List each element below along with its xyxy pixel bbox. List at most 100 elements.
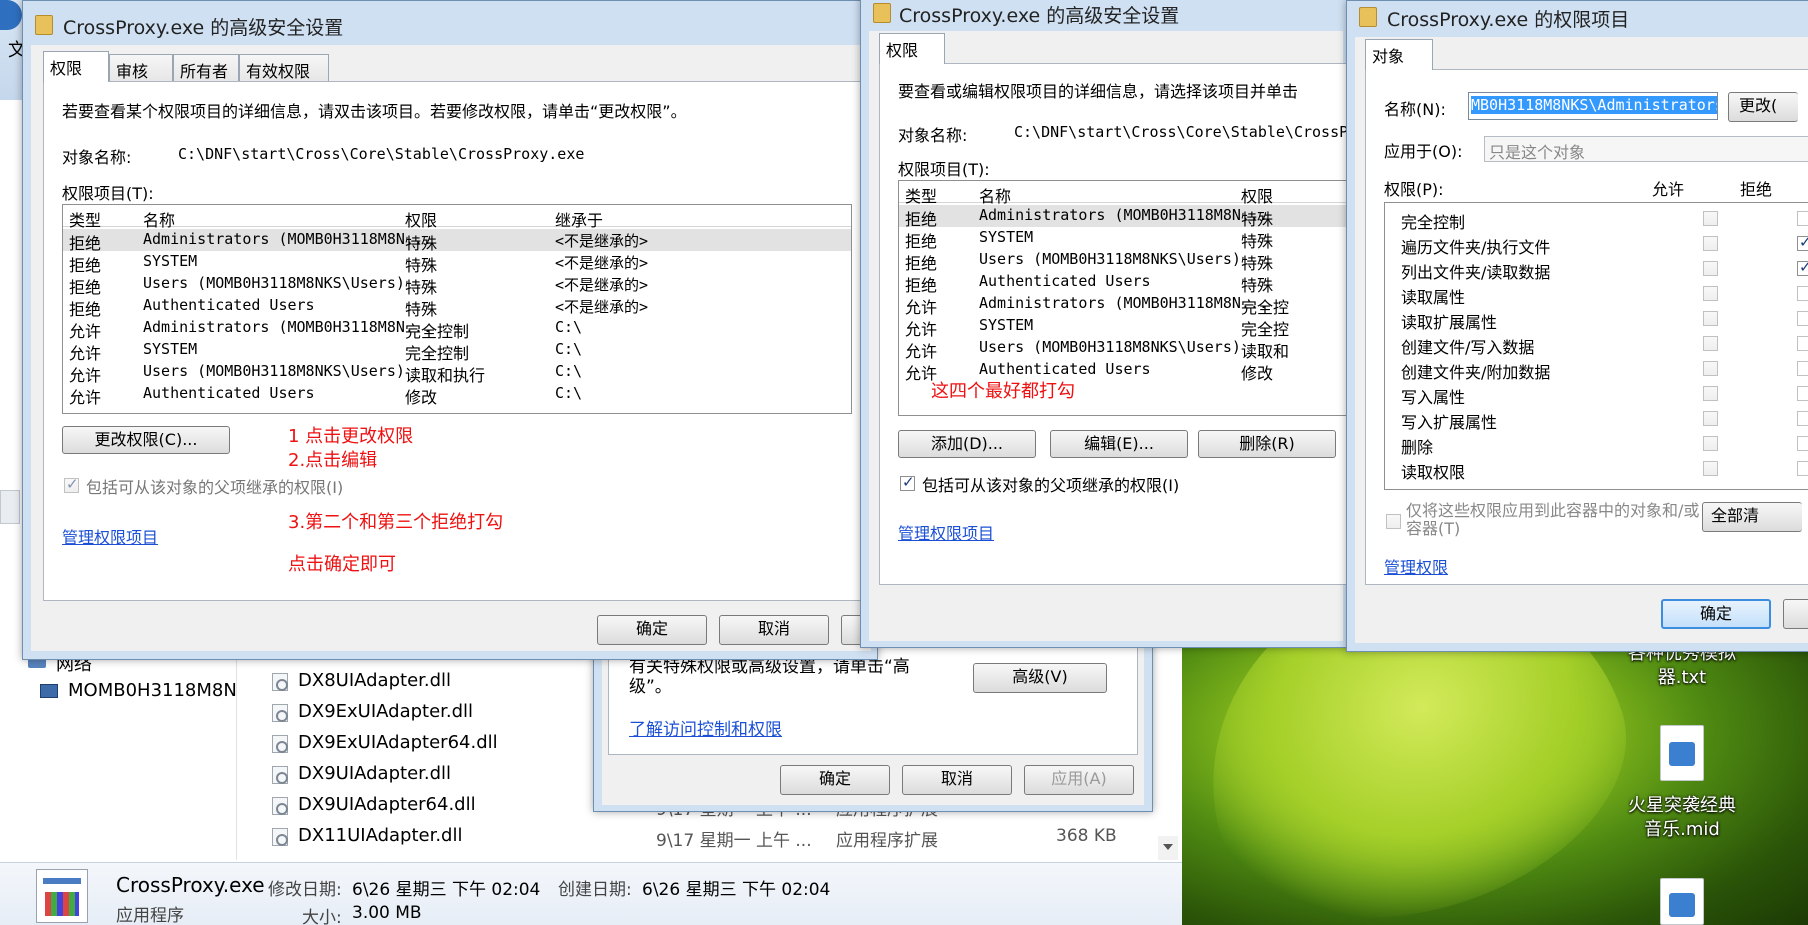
deny-checkbox[interactable] bbox=[1797, 411, 1808, 426]
allow-checkbox[interactable] bbox=[1703, 336, 1718, 351]
permission-entry-row[interactable]: 允许 Authenticated Users 修改 C:\ bbox=[63, 383, 851, 407]
entry-change-button[interactable]: 更改( bbox=[1728, 92, 1798, 122]
desktop-icon-label-mid[interactable]: 火星突袭经典音乐.mid bbox=[1620, 794, 1744, 842]
advanced-security-window-1: CrossProxy.exe 的高级安全设置 权限 审核 所有者 有效权限 若要… bbox=[22, 0, 878, 660]
deny-checkbox[interactable] bbox=[1797, 361, 1808, 376]
permission-entry-row[interactable]: 拒绝 Authenticated Users 特殊 bbox=[899, 271, 1358, 295]
tab-effective-permissions[interactable]: 有效权限 bbox=[239, 54, 329, 82]
advanced-security-window-2: CrossProxy.exe 的高级安全设置 权限 要查看或编辑权限项目的详细信… bbox=[860, 0, 1358, 648]
column-name[interactable]: 名称 bbox=[143, 207, 175, 231]
permission-entry-row[interactable]: 允许 Administrators (MOMB0H3118M8N... 完全控制 C:… bbox=[63, 317, 851, 341]
deny-checkbox[interactable] bbox=[1797, 233, 1808, 251]
adv1-ok-button[interactable]: 确定 bbox=[597, 615, 707, 645]
adv1-permission-list[interactable]: 类型 名称 权限 继承于 拒绝 Administrators (MOMB0H311… bbox=[62, 204, 852, 414]
allow-checkbox[interactable] bbox=[1703, 411, 1718, 426]
column-type[interactable]: 类型 bbox=[69, 207, 101, 231]
add-button[interactable]: 添加(D)... bbox=[898, 430, 1036, 458]
permission-entry-row[interactable]: 拒绝 SYSTEM 特殊 bbox=[899, 227, 1358, 251]
adv1-cancel-button[interactable]: 取消 bbox=[719, 615, 829, 645]
entry-name: SYSTEM bbox=[143, 252, 198, 270]
details-filename: CrossProxy.exe bbox=[116, 873, 265, 897]
deny-checkbox[interactable] bbox=[1797, 258, 1808, 276]
dll-file-icon bbox=[272, 673, 288, 691]
properties-ok-button[interactable]: 确定 bbox=[780, 765, 890, 795]
adv2-manage-link[interactable]: 管理权限项目 bbox=[898, 520, 994, 544]
entry-manage-link[interactable]: 管理权限 bbox=[1384, 554, 1448, 578]
permission-entry-row[interactable]: 允许 Administrators (MOMB0H3118M8N... 完全控 bbox=[899, 293, 1358, 317]
permission-entry-row[interactable]: 拒绝 Administrators (MOMB0H3118M8N... 特殊 <不是继… bbox=[63, 229, 851, 253]
permission-entry-row[interactable]: 拒绝 Authenticated Users 特殊 <不是继承的> bbox=[63, 295, 851, 319]
allow-checkbox[interactable] bbox=[1703, 311, 1718, 326]
column-permission[interactable]: 权限 bbox=[405, 207, 437, 231]
details-size-label: 大小: bbox=[302, 908, 342, 925]
adv2-permission-list[interactable]: 类型 名称 权限 拒绝 Administrators (MOMB0H3118M8N… bbox=[898, 180, 1358, 416]
deny-checkbox[interactable] bbox=[1797, 286, 1808, 301]
scrollbar[interactable] bbox=[1158, 836, 1178, 860]
permission-name: 遍历文件夹/执行文件 bbox=[1401, 238, 1551, 257]
allow-checkbox[interactable] bbox=[1703, 461, 1718, 476]
permission-name: 读取属性 bbox=[1401, 288, 1466, 307]
dll-file-icon bbox=[272, 766, 288, 784]
entry-ok-button[interactable]: 确定 bbox=[1661, 599, 1771, 629]
deny-checkbox[interactable] bbox=[1797, 311, 1808, 326]
learn-access-control-link[interactable]: 了解访问控制和权限 bbox=[629, 715, 782, 740]
permission-entry-row[interactable]: 允许 SYSTEM 完全控 bbox=[899, 315, 1358, 339]
permission-row: 读取扩展属性 bbox=[1385, 307, 1808, 332]
file-name: DX9UIAdapter64.dll bbox=[298, 794, 476, 815]
deny-checkbox[interactable] bbox=[1797, 386, 1808, 401]
tab-object[interactable]: 对象 bbox=[1365, 39, 1433, 70]
deny-checkbox[interactable] bbox=[1797, 336, 1808, 351]
tab-owner[interactable]: 所有者 bbox=[173, 54, 239, 82]
clear-all-button[interactable]: 全部清 bbox=[1702, 502, 1802, 532]
allow-checkbox[interactable] bbox=[1703, 211, 1718, 226]
media-file-icon-2[interactable] bbox=[1660, 878, 1704, 925]
details-pane: CrossProxy.exe 应用程序 修改日期: 6\26 星期三 下午 02… bbox=[0, 862, 1182, 925]
entry-cancel-button-partial[interactable] bbox=[1783, 599, 1808, 629]
media-file-icon[interactable] bbox=[1660, 725, 1704, 781]
permission-entry-row[interactable]: 拒绝 Administrators (MOMB0H3118M8N... 特殊 bbox=[899, 205, 1358, 229]
adv2-inherit-checkbox[interactable] bbox=[900, 473, 915, 491]
file-row[interactable]: DX11UIAdapter.dll 9\17 星期一 上午 ... 应用程序扩展 36… bbox=[236, 822, 1156, 851]
adv1-inherit-checkbox[interactable] bbox=[64, 475, 79, 493]
allow-checkbox[interactable] bbox=[1703, 361, 1718, 376]
deny-checkbox[interactable] bbox=[1797, 461, 1808, 476]
entry-apply-select[interactable]: 只是这个对象 bbox=[1484, 136, 1808, 162]
deny-checkbox[interactable] bbox=[1797, 211, 1808, 226]
tab-auditing[interactable]: 审核 bbox=[109, 54, 173, 82]
allow-checkbox[interactable] bbox=[1703, 436, 1718, 451]
properties-apply-button[interactable]: 应用(A) bbox=[1024, 765, 1134, 795]
adv1-list-header: 类型 名称 权限 继承于 bbox=[63, 205, 851, 230]
allow-checkbox[interactable] bbox=[1703, 236, 1718, 251]
allow-checkbox[interactable] bbox=[1703, 261, 1718, 276]
edit-button[interactable]: 编辑(E)... bbox=[1050, 430, 1188, 458]
entry-perm-list[interactable]: 完全控制遍历文件夹/执行文件列出文件夹/读取数据读取属性读取扩展属性创建文件/写… bbox=[1384, 202, 1808, 490]
permission-name: 列出文件夹/读取数据 bbox=[1401, 263, 1551, 282]
advanced-button[interactable]: 高级(V) bbox=[973, 663, 1107, 693]
permission-entry-row[interactable]: 拒绝 Users (MOMB0H3118M8NKS\Users) 特殊 bbox=[899, 249, 1358, 273]
tab-permissions[interactable]: 权限 bbox=[43, 51, 109, 82]
permission-entry-row[interactable]: 允许 SYSTEM 完全控制 C:\ bbox=[63, 339, 851, 363]
adv1-body: 权限 审核 所有者 有效权限 若要查看某个权限项目的详细信息，请双击该项目。若要… bbox=[31, 45, 871, 651]
column-permission[interactable]: 权限 bbox=[1241, 183, 1273, 207]
tab-permissions[interactable]: 权限 bbox=[879, 33, 945, 64]
entry-name: Users (MOMB0H3118M8NKS\Users) bbox=[143, 274, 405, 292]
permission-entry-row[interactable]: 允许 Users (MOMB0H3118M8NKS\Users) 读取和执行 C:\ bbox=[63, 361, 851, 385]
entry-name: SYSTEM bbox=[979, 228, 1034, 246]
delete-button[interactable]: 删除(R) bbox=[1198, 430, 1336, 458]
entry-name-field[interactable]: MB0H3118M8NKS\Administrators) bbox=[1468, 92, 1718, 120]
allow-checkbox[interactable] bbox=[1703, 286, 1718, 301]
column-type[interactable]: 类型 bbox=[905, 183, 937, 207]
column-name[interactable]: 名称 bbox=[979, 183, 1011, 207]
object-name-value: C:\DNF\start\Cross\Core\Stable\CrossProx… bbox=[178, 145, 585, 163]
change-permissions-button[interactable]: 更改权限(C)... bbox=[62, 426, 230, 454]
allow-checkbox[interactable] bbox=[1703, 386, 1718, 401]
properties-cancel-button[interactable]: 取消 bbox=[902, 765, 1012, 795]
window-title: CrossProxy.exe 的高级安全设置 bbox=[899, 5, 1180, 27]
column-inherited-from[interactable]: 继承于 bbox=[555, 207, 603, 231]
deny-checkbox[interactable] bbox=[1797, 436, 1808, 451]
permission-entry-row[interactable]: 允许 Users (MOMB0H3118M8NKS\Users) 读取和 bbox=[899, 337, 1358, 361]
permission-entry-row[interactable]: 拒绝 Users (MOMB0H3118M8NKS\Users) 特殊 <不是继承的> bbox=[63, 273, 851, 297]
adv1-manage-link[interactable]: 管理权限项目 bbox=[62, 524, 158, 548]
permission-entry-row[interactable]: 拒绝 SYSTEM 特殊 <不是继承的> bbox=[63, 251, 851, 275]
only-apply-checkbox[interactable] bbox=[1386, 514, 1401, 529]
